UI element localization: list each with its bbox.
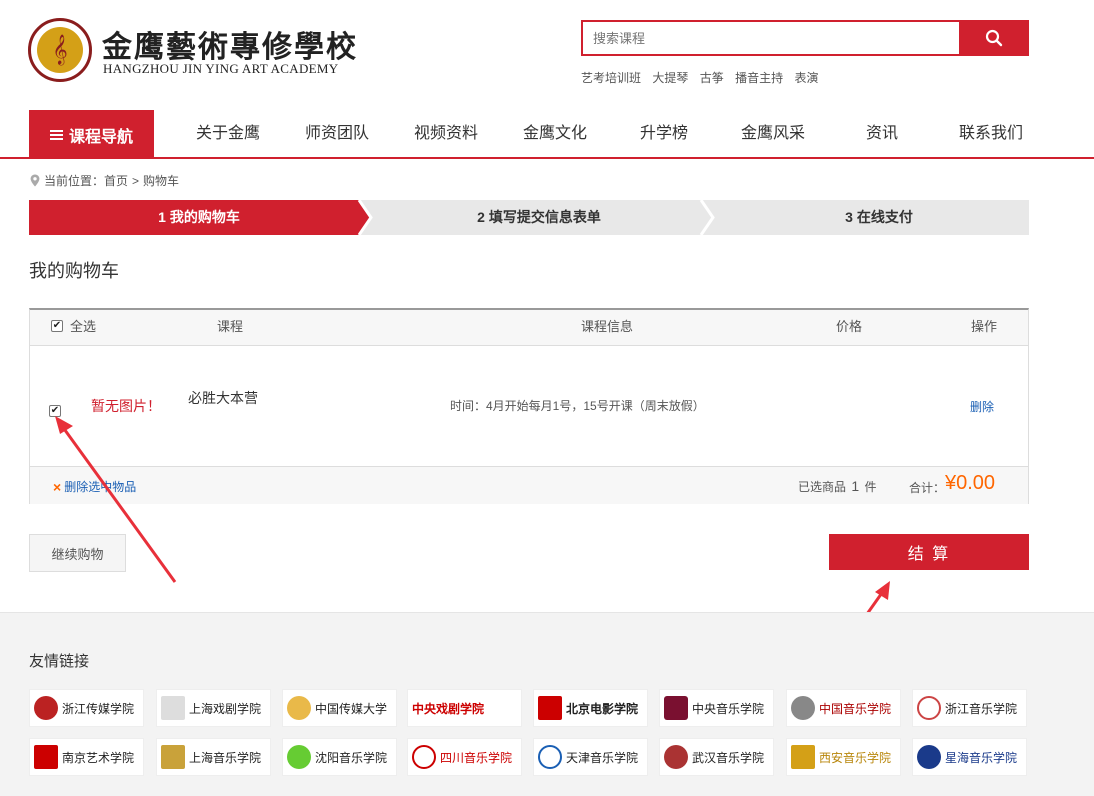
friend-link-name: 星海音乐学院 <box>945 750 1018 765</box>
friend-link-name: 西安音乐学院 <box>819 750 892 765</box>
cart-title: 我的购物车 <box>29 261 119 281</box>
breadcrumb: 当前位置： 首页 > 购物车 <box>30 172 179 189</box>
select-all-checkbox[interactable]: ✔ <box>51 320 63 332</box>
continue-shopping-button[interactable]: 继续购物 <box>29 534 126 572</box>
selected-number: 1 <box>851 478 860 494</box>
friend-link-name: 浙江传媒学院 <box>62 701 135 716</box>
selected-prefix: 已选商品 <box>798 480 847 494</box>
friend-link-name: 沈阳音乐学院 <box>315 750 388 765</box>
search-box <box>581 20 959 56</box>
friend-link-logo[interactable]: 浙江传媒学院 <box>29 689 144 727</box>
checkout-steps: 1 我的购物车 2 填写提交信息表单 3 在线支付 <box>29 200 1029 235</box>
friend-link-logo[interactable]: 四川音乐学院 <box>407 738 522 776</box>
friend-links-title: 友情链接 <box>29 653 90 670</box>
close-icon: × <box>53 478 62 495</box>
nav-item-gallery[interactable]: 金鹰风采 <box>723 110 823 158</box>
friend-link-name: 中国音乐学院 <box>819 701 892 716</box>
location-pin-icon <box>30 174 40 187</box>
header-select-all: 全选 <box>70 319 97 334</box>
hot-tags: 艺考培训班 大提琴 古筝 播音主持 表演 <box>581 69 826 86</box>
search-icon <box>985 29 1003 47</box>
nav-item-about[interactable]: 关于金鹰 <box>178 110 278 158</box>
breadcrumb-current: 购物车 <box>143 174 180 188</box>
header-course: 课程 <box>217 319 244 334</box>
item-checkbox[interactable]: ✔ <box>49 405 61 417</box>
nav-item-videos[interactable]: 视频资料 <box>396 110 496 158</box>
friend-link-logo[interactable]: 武汉音乐学院 <box>659 738 774 776</box>
course-info: 时间：4月开始每月1号，15号开课（周末放假） <box>450 399 705 413</box>
nav-item-news[interactable]: 资讯 <box>832 110 932 158</box>
nav-item-ranking[interactable]: 升学榜 <box>614 110 714 158</box>
header-info: 课程信息 <box>581 319 634 334</box>
nav-item-contact[interactable]: 联系我们 <box>941 110 1041 158</box>
course-name[interactable]: 必胜大本营 <box>188 388 258 408</box>
friend-link-logo[interactable]: 北京电影学院 <box>533 689 648 727</box>
hot-tag[interactable]: 播音主持 <box>735 71 783 85</box>
friend-link-logo[interactable]: 沈阳音乐学院 <box>282 738 397 776</box>
menu-icon <box>49 129 63 140</box>
delete-selected-link[interactable]: × 删除选中物品 <box>53 478 136 495</box>
treble-clef-icon: 𝄞 <box>37 27 83 73</box>
delete-item-link[interactable]: 删除 <box>970 398 994 415</box>
header-price: 价格 <box>836 319 863 334</box>
friend-link-name: 中国传媒大学 <box>315 701 388 716</box>
table-header: ✔ 全选 课程 课程信息 价格 操作 <box>30 310 1028 346</box>
breadcrumb-home[interactable]: 首页 <box>104 172 128 189</box>
breadcrumb-prefix: 当前位置： <box>44 174 105 188</box>
search-button[interactable] <box>959 20 1029 56</box>
hot-tag[interactable]: 表演 <box>794 71 818 85</box>
friend-link-name: 四川音乐学院 <box>440 750 513 765</box>
hot-tag[interactable]: 大提琴 <box>652 71 688 85</box>
friend-link-logo[interactable]: 天津音乐学院 <box>533 738 648 776</box>
hot-tag[interactable]: 古筝 <box>700 71 724 85</box>
table-row: ✔ 暂无图片！ 必胜大本营 时间：4月开始每月1号，15号开课（周末放假） 删除 <box>30 346 1028 467</box>
total-value: ¥0.00 <box>945 472 996 494</box>
friend-link-logo[interactable]: 上海戏剧学院 <box>156 689 271 727</box>
friend-link-logo[interactable]: 中央音乐学院 <box>659 689 774 727</box>
logo-emblem[interactable]: 𝄞 <box>28 18 92 82</box>
course-nav-button[interactable]: 课程导航 <box>29 110 154 159</box>
selected-suffix: 件 <box>864 480 877 494</box>
friend-link-logo[interactable]: 中国传媒大学 <box>282 689 397 727</box>
delete-selected-label: 删除选中物品 <box>64 480 137 494</box>
site-name-en: HANGZHOU JIN YING ART ACADEMY <box>103 61 339 76</box>
friend-link-logo[interactable]: 西安音乐学院 <box>786 738 901 776</box>
search-input[interactable] <box>583 22 959 54</box>
friend-link-logo[interactable]: 中国音乐学院 <box>786 689 901 727</box>
selected-count: 已选商品 1 件 <box>798 478 877 495</box>
total-label: 合计： <box>909 481 946 495</box>
header-action: 操作 <box>971 319 998 334</box>
image-placeholder: 暂无图片！ <box>91 398 161 414</box>
friend-link-name: 武汉音乐学院 <box>692 750 765 765</box>
step-form: 2 填写提交信息表单 <box>477 209 601 225</box>
site-name-cn: 金鹰藝術專修學校 <box>102 30 358 65</box>
friend-link-name: 上海戏剧学院 <box>189 701 262 716</box>
friend-link-logo[interactable]: 浙江音乐学院 <box>912 689 1027 727</box>
nav-item-culture[interactable]: 金鹰文化 <box>505 110 605 158</box>
friend-link-name: 中央戏剧学院 <box>412 701 485 716</box>
friend-link-name: 南京艺术学院 <box>62 750 135 765</box>
cart-table: ✔ 全选 课程 课程信息 价格 操作 ✔ 暂无图片！ 必胜大本营 时间：4月开始… <box>29 308 1029 504</box>
course-nav-label: 课程导航 <box>68 128 133 146</box>
friend-link-logo[interactable]: 上海音乐学院 <box>156 738 271 776</box>
friend-link-logo[interactable]: 南京艺术学院 <box>29 738 144 776</box>
friend-link-name: 上海音乐学院 <box>189 750 262 765</box>
friend-link-name: 天津音乐学院 <box>566 750 639 765</box>
friend-link-name: 北京电影学院 <box>566 701 639 716</box>
table-footer: × 删除选中物品 已选商品 1 件 合计： ¥0.00 <box>30 467 1028 504</box>
step-cart: 1 我的购物车 <box>158 209 240 225</box>
nav-item-teachers[interactable]: 师资团队 <box>287 110 387 158</box>
checkout-button[interactable]: 结 算 <box>829 534 1029 570</box>
hot-tag[interactable]: 艺考培训班 <box>581 71 641 85</box>
friend-link-name: 中央音乐学院 <box>692 701 765 716</box>
breadcrumb-separator: > <box>132 173 140 188</box>
friend-link-logo[interactable]: 中央戏剧学院 <box>407 689 522 727</box>
step-payment: 3 在线支付 <box>845 209 913 225</box>
friend-link-name: 浙江音乐学院 <box>945 701 1018 716</box>
friend-link-logo[interactable]: 星海音乐学院 <box>912 738 1027 776</box>
